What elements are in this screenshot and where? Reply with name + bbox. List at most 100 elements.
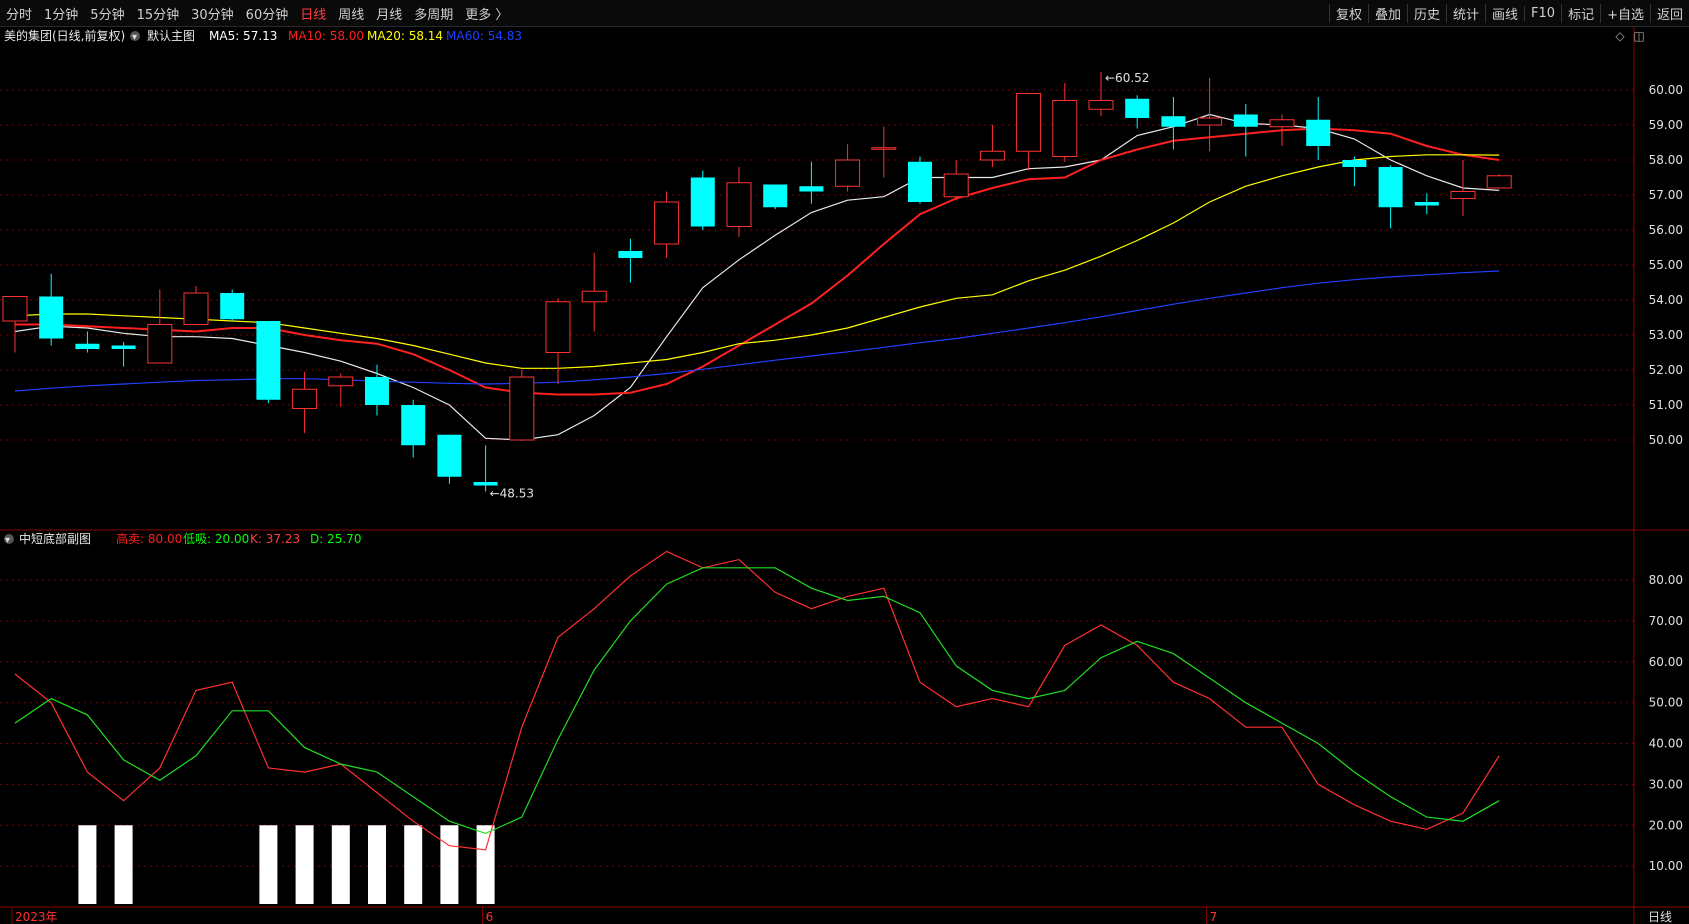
y-tick-label: 40.00 (1649, 737, 1683, 751)
candle-body (1450, 191, 1476, 199)
tool-button[interactable]: +自选 (1600, 3, 1650, 23)
candle-body (1161, 116, 1186, 127)
tool-menu: 复权 叠加 历史 统计 画线 F10 标记 +自选 返回 (1328, 0, 1689, 26)
candle-body (690, 177, 715, 227)
candle-body (256, 321, 281, 400)
signal-bar (476, 825, 495, 904)
y-tick-label: 58.00 (1649, 153, 1683, 167)
y-tick-label: 30.00 (1649, 777, 1683, 791)
period-tab[interactable]: 多周期 (414, 4, 453, 23)
period-tab[interactable]: 周线 (338, 4, 364, 23)
y-tick-label: 60.00 (1649, 655, 1683, 669)
window-icon: ◫ (1633, 29, 1644, 43)
x-tick-label: 6 (486, 910, 494, 924)
tool-button[interactable]: 画线 (1485, 3, 1524, 23)
candle-body (654, 201, 680, 245)
tool-button[interactable]: 复权 (1328, 3, 1368, 23)
signal-bar (440, 825, 459, 904)
y-tick-label: 57.00 (1649, 188, 1683, 202)
period-tab[interactable]: 15分钟 (137, 4, 180, 23)
y-tick-label: 51.00 (1649, 398, 1683, 412)
sub-legend: 低吸: 20.00 (183, 532, 249, 546)
tool-button[interactable]: 返回 (1649, 3, 1689, 23)
ma-line (14, 154, 1500, 369)
candle-body (328, 376, 354, 387)
y-tick-label: 50.00 (1649, 696, 1683, 710)
period-tab[interactable]: 分时 (6, 4, 32, 23)
price-annotation: ←48.53 (490, 486, 534, 500)
y-tick-label: 59.00 (1649, 118, 1683, 132)
indicator-line (14, 550, 1500, 851)
ma-legend: MA60: 54.83 (446, 29, 522, 43)
y-tick-label: 70.00 (1649, 614, 1683, 628)
candle-body (1197, 117, 1223, 126)
candle-body (1342, 160, 1367, 167)
candle-body (799, 186, 824, 192)
candle-body (726, 182, 752, 227)
tool-button[interactable]: 统计 (1446, 3, 1485, 23)
candle-body (908, 161, 932, 202)
candle-body (365, 377, 389, 405)
tool-button[interactable]: F10 (1524, 5, 1561, 21)
y-tick-label: 10.00 (1649, 859, 1683, 873)
chevron-down-icon: ▾ (5, 535, 10, 546)
chevron-down-icon: ▾ (132, 32, 137, 43)
candle-body (292, 388, 318, 409)
x-tick-label: 2023年 (15, 910, 58, 924)
period-tab[interactable]: 60分钟 (246, 4, 289, 23)
period-tab[interactable]: 日线 (300, 4, 326, 23)
signal-bar (259, 825, 278, 904)
candle-body (1306, 119, 1331, 146)
y-tick-label: 52.00 (1649, 363, 1683, 377)
candle-body (545, 301, 571, 353)
ma-legend: MA10: 58.00 (288, 29, 364, 43)
candle-body (1414, 202, 1439, 206)
y-tick-label: 53.00 (1649, 328, 1683, 342)
signal-bar (404, 825, 423, 904)
ma-line (14, 270, 1500, 392)
y-tick-label: 54.00 (1649, 293, 1683, 307)
candle-body (763, 184, 788, 208)
top-toolbar: 分时 1分钟 5分钟 15分钟 30分钟 60分钟 日线 周线 月线 多周期 更多 〉 复权 叠加 历史… (0, 0, 1689, 27)
candle-body (1233, 114, 1258, 127)
y-tick-label: 20.00 (1649, 818, 1683, 832)
candle-body (220, 293, 245, 320)
tool-button[interactable]: 叠加 (1367, 3, 1407, 23)
candle-body (871, 147, 897, 150)
candle-body (1486, 175, 1512, 189)
stock-title: 美的集团(日线,前复权) (4, 28, 125, 43)
candle-body (473, 482, 498, 486)
candle-body (979, 150, 1005, 161)
x-tick-label: 7 (1210, 910, 1218, 924)
ma-line (14, 113, 1500, 441)
candle-body (437, 434, 462, 477)
tool-button[interactable]: 历史 (1406, 3, 1446, 23)
candle-body (1269, 119, 1295, 128)
indicator-line (14, 567, 1500, 835)
candle-body (1378, 167, 1403, 208)
candle-body (618, 251, 643, 258)
candle-body (835, 159, 861, 187)
period-menu: 分时 1分钟 5分钟 15分钟 30分钟 60分钟 日线 周线 月线 多周期 更多 〉 (0, 0, 514, 26)
candle-body (581, 290, 607, 303)
stock-chart: 50.00 51.00 52.00 53.00 54.00 55.00 56.00 57.00… (0, 27, 1689, 924)
period-tab[interactable]: 更多 〉 (465, 4, 508, 23)
signal-bar (78, 825, 97, 904)
sub-chart-title: 中短底部副图 (19, 531, 91, 546)
tool-button[interactable]: 标记 (1561, 3, 1600, 23)
sub-legend: D: 25.70 (310, 532, 361, 546)
signal-bar (331, 825, 350, 904)
period-tab[interactable]: 1分钟 (44, 4, 78, 23)
candle-body (147, 324, 173, 364)
candle-body (1088, 100, 1114, 110)
candle-body (1052, 100, 1078, 157)
period-tab[interactable]: 30分钟 (191, 4, 234, 23)
sub-legend: 高卖: 80.00 (116, 531, 182, 546)
ma-legend: MA20: 58.14 (367, 29, 443, 43)
y-tick-label: 80.00 (1649, 573, 1683, 587)
period-tab[interactable]: 5分钟 (90, 4, 124, 23)
candle-body (39, 296, 64, 339)
candle-body (2, 296, 28, 322)
signal-bar (114, 825, 133, 904)
period-tab[interactable]: 月线 (376, 4, 402, 23)
